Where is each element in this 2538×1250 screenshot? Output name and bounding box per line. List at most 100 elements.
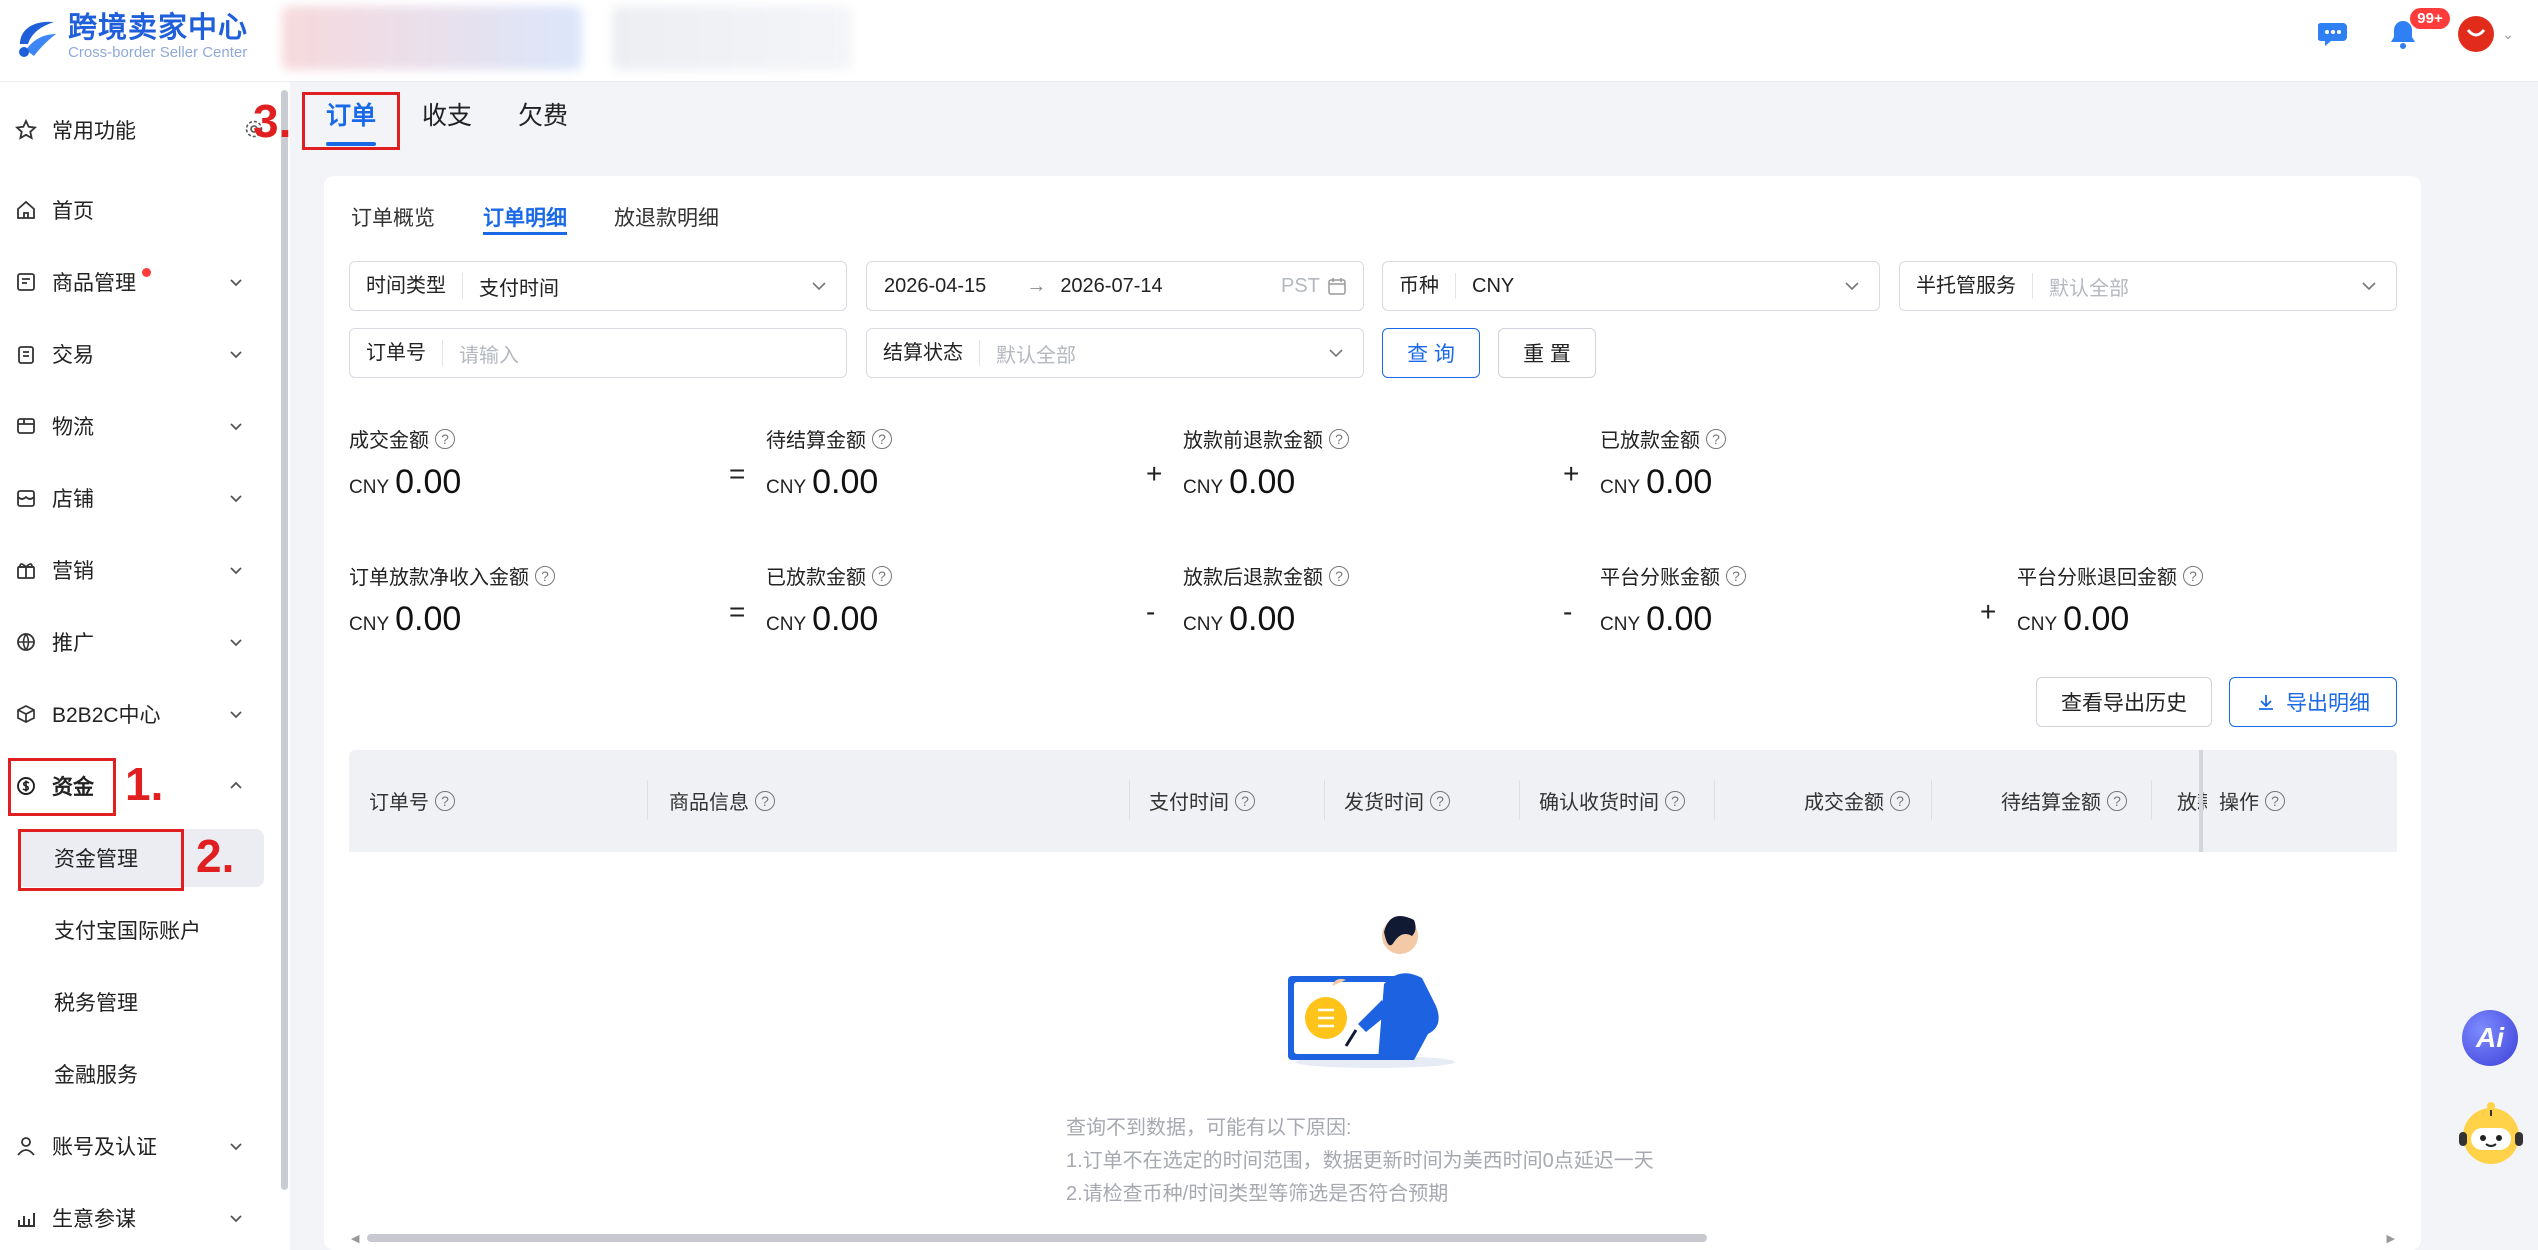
tab-orders[interactable]: 订单 bbox=[326, 96, 376, 132]
settlement-placeholder: 默认全部 bbox=[996, 344, 1076, 367]
sidebar-subitem-alipay[interactable]: 支付宝国际账户 bbox=[18, 901, 264, 959]
sidebar-subitem-finance[interactable]: 金融服务 bbox=[18, 1045, 264, 1103]
help-icon[interactable]: ? bbox=[872, 565, 892, 586]
help-icon[interactable]: ? bbox=[1235, 790, 1255, 811]
sidebar-item-account[interactable]: 账号及认证 bbox=[14, 1117, 264, 1175]
help-icon[interactable]: ? bbox=[2183, 565, 2203, 586]
sidebar-favorites[interactable]: 常用功能 bbox=[14, 101, 264, 159]
chevron-down-icon bbox=[226, 272, 246, 292]
logo[interactable]: 跨境卖家中心 Cross-border Seller Center bbox=[14, 12, 248, 62]
ai-assistant-button[interactable]: Ai bbox=[2462, 1010, 2518, 1066]
stat-currency: CNY bbox=[1183, 477, 1224, 498]
bell-icon[interactable]: 99+ bbox=[2388, 8, 2450, 50]
help-icon[interactable]: ? bbox=[872, 428, 892, 449]
robot-assistant-icon[interactable] bbox=[2455, 1098, 2527, 1170]
currency-select[interactable]: 币种 CNY bbox=[1382, 261, 1880, 311]
col-pay-time[interactable]: 支付时间? bbox=[1149, 786, 1255, 815]
settlement-status-select[interactable]: 结算状态 默认全部 bbox=[866, 328, 1364, 378]
sidebar-item-products[interactable]: 商品管理 bbox=[14, 253, 264, 311]
notification-badge: 99+ bbox=[2410, 8, 2450, 29]
help-icon[interactable]: ? bbox=[435, 428, 455, 449]
scrollbar-thumb[interactable] bbox=[367, 1234, 1707, 1242]
subtab-order-detail[interactable]: 订单明细 bbox=[483, 202, 567, 232]
export-detail-button[interactable]: 导出明细 bbox=[2229, 677, 2397, 727]
col-pending-settlement[interactable]: 待结算金额? bbox=[2001, 786, 2127, 815]
date-end[interactable]: 2026-07-14 bbox=[1060, 275, 1162, 298]
col-label: 确认收货时间 bbox=[1539, 792, 1659, 814]
order-number-input[interactable]: 请输入 bbox=[443, 339, 519, 368]
stat-value: 0.00 bbox=[395, 600, 462, 638]
sidebar-item-home[interactable]: 首页 bbox=[14, 181, 264, 239]
col-product-info[interactable]: 商品信息? bbox=[669, 786, 775, 815]
sidebar-item-logistics[interactable]: 物流 bbox=[14, 397, 264, 455]
date-range-picker[interactable]: 2026-04-15 → 2026-07-14 PST bbox=[866, 261, 1364, 311]
chat-icon[interactable] bbox=[2317, 19, 2352, 49]
scroll-right-icon[interactable]: ▶ bbox=[2387, 1232, 2395, 1245]
horizontal-scrollbar[interactable]: ◀ ▶ bbox=[349, 1232, 2397, 1245]
help-icon[interactable]: ? bbox=[755, 790, 775, 811]
help-icon[interactable]: ? bbox=[1665, 790, 1685, 811]
col-ship-time[interactable]: 发货时间? bbox=[1344, 786, 1450, 815]
help-icon[interactable]: ? bbox=[435, 790, 455, 811]
help-icon[interactable]: ? bbox=[1430, 790, 1450, 811]
sidebar-scrollbar[interactable] bbox=[281, 90, 288, 1190]
user-icon bbox=[14, 1134, 38, 1158]
operator: = bbox=[729, 458, 746, 489]
col-transaction-amount[interactable]: 成交金额? bbox=[1804, 786, 1910, 815]
col-label: 发货时间 bbox=[1344, 792, 1424, 814]
operator: + bbox=[1980, 596, 1997, 627]
order-number-field[interactable]: 订单号 请输入 bbox=[349, 328, 847, 378]
col-actions[interactable]: 操作? bbox=[2219, 786, 2285, 815]
help-icon[interactable]: ? bbox=[1706, 428, 1726, 449]
box-icon bbox=[14, 414, 38, 438]
col-divider bbox=[1714, 780, 1715, 820]
time-type-select[interactable]: 时间类型 支付时间 bbox=[349, 261, 847, 311]
scroll-left-icon[interactable]: ◀ bbox=[351, 1232, 359, 1245]
help-icon[interactable]: ? bbox=[1329, 428, 1349, 449]
chevron-down-icon bbox=[226, 560, 246, 580]
reset-button[interactable]: 重 置 bbox=[1498, 328, 1596, 378]
time-type-label: 时间类型 bbox=[350, 273, 463, 299]
help-icon[interactable]: ? bbox=[1329, 565, 1349, 586]
sidebar-item-analytics[interactable]: 生意参谋 bbox=[14, 1189, 264, 1247]
subtab-order-overview[interactable]: 订单概览 bbox=[351, 202, 435, 232]
sidebar-subitem-tax[interactable]: 税务管理 bbox=[18, 973, 264, 1031]
calendar-icon bbox=[1327, 276, 1347, 302]
sidebar-item-store[interactable]: 店铺 bbox=[14, 469, 264, 527]
subtab-refund-detail[interactable]: 放退款明细 bbox=[614, 202, 719, 232]
help-icon[interactable]: ? bbox=[1890, 790, 1910, 811]
col-order-number[interactable]: 订单号? bbox=[369, 786, 455, 815]
query-button[interactable]: 查 询 bbox=[1382, 328, 1480, 378]
product-icon bbox=[14, 270, 38, 294]
sidebar-item-label: 商品管理 bbox=[52, 272, 136, 295]
logo-icon bbox=[14, 14, 60, 60]
sidebar-item-promotion[interactable]: 推广 bbox=[14, 613, 264, 671]
sidebar-item-label: B2B2C中心 bbox=[52, 704, 161, 727]
sidebar-item-b2b2c[interactable]: B2B2C中心 bbox=[14, 685, 264, 743]
sidebar-item-marketing[interactable]: 营销 bbox=[14, 541, 264, 599]
operator: + bbox=[1563, 458, 1580, 489]
stat-currency: CNY bbox=[1600, 477, 1641, 498]
help-icon[interactable]: ? bbox=[1726, 565, 1746, 586]
tab-income-expense[interactable]: 收支 bbox=[422, 96, 472, 132]
stat-label: 放款后退款金额 bbox=[1183, 567, 1323, 589]
date-start[interactable]: 2026-04-15 bbox=[867, 275, 986, 298]
hosting-label: 半托管服务 bbox=[1900, 273, 2033, 299]
account-switcher-blurred[interactable] bbox=[612, 6, 852, 70]
export-history-button[interactable]: 查看导出历史 bbox=[2036, 677, 2212, 727]
help-icon[interactable]: ? bbox=[535, 565, 555, 586]
help-icon[interactable]: ? bbox=[2107, 790, 2127, 811]
clipboard-icon bbox=[14, 342, 38, 366]
subtab-underline bbox=[483, 232, 567, 235]
operator: + bbox=[1146, 458, 1163, 489]
tab-arrears[interactable]: 欠费 bbox=[518, 96, 568, 132]
query-button-label: 查 询 bbox=[1407, 343, 1455, 366]
tab-label: 收支 bbox=[422, 102, 473, 130]
col-receipt-time[interactable]: 确认收货时间? bbox=[1539, 786, 1685, 815]
avatar[interactable]: ⌄ bbox=[2458, 16, 2514, 52]
hosting-service-select[interactable]: 半托管服务 默认全部 bbox=[1899, 261, 2397, 311]
sidebar-item-trade[interactable]: 交易 bbox=[14, 325, 264, 383]
globe-icon bbox=[14, 630, 38, 654]
store-switcher-blurred[interactable] bbox=[282, 6, 582, 70]
help-icon[interactable]: ? bbox=[2265, 790, 2285, 811]
